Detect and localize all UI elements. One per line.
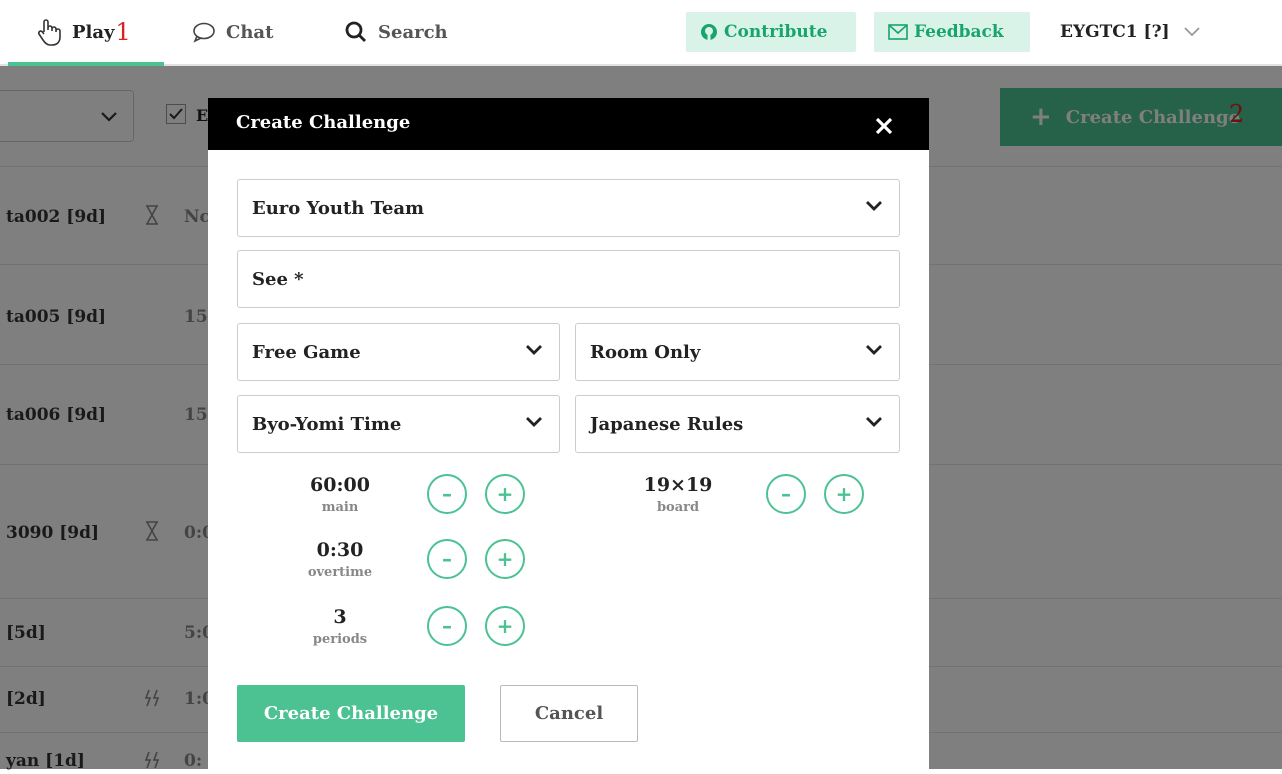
nav-search-label: Search — [378, 21, 448, 43]
dialog-title: Create Challenge — [236, 112, 411, 133]
nav-play[interactable]: Play 1 — [36, 0, 131, 64]
chevron-down-icon — [525, 344, 543, 356]
feedback-label: Feedback — [914, 22, 1004, 42]
overtime-increment-button[interactable]: + — [485, 539, 525, 579]
create-challenge-dialog: Create Challenge Euro Youth Team See * F… — [208, 98, 929, 769]
periods-decrement-button[interactable]: – — [427, 606, 467, 646]
plus-icon: + — [496, 614, 514, 638]
visibility-value: Room Only — [590, 341, 701, 363]
overtime-value: 0:30 — [316, 539, 364, 561]
rules-value: Japanese Rules — [590, 413, 744, 435]
time-system-select[interactable]: Byo-Yomi Time — [237, 395, 560, 453]
challenge-note-value: See * — [252, 268, 304, 290]
room-select[interactable]: Euro Youth Team — [237, 179, 900, 237]
nav-chat-label: Chat — [226, 21, 274, 43]
nav-search[interactable]: Search — [344, 0, 448, 64]
chevron-down-icon — [1183, 27, 1200, 37]
nav-chat[interactable]: Chat — [192, 0, 273, 64]
chat-bubble-icon — [192, 21, 216, 43]
main-time-label: main — [321, 500, 359, 515]
user-menu[interactable]: EYGTC1 [?] — [1060, 0, 1200, 64]
minus-icon: – — [781, 482, 791, 506]
nav-play-label: Play — [72, 21, 115, 43]
create-challenge-submit-button[interactable]: Create Challenge — [237, 685, 465, 742]
room-select-value: Euro Youth Team — [252, 197, 425, 219]
game-type-value: Free Game — [252, 341, 361, 363]
pointer-hand-icon — [36, 18, 62, 46]
visibility-select[interactable]: Room Only — [575, 323, 900, 381]
game-type-select[interactable]: Free Game — [237, 323, 560, 381]
minus-icon: – — [442, 614, 452, 638]
plus-icon: + — [835, 482, 853, 506]
minus-icon: – — [442, 547, 452, 571]
contribute-label: Contribute — [724, 22, 828, 42]
chevron-down-icon — [865, 344, 883, 356]
board-size-decrement-button[interactable]: – — [766, 474, 806, 514]
main-time-value: 60:00 — [310, 474, 370, 496]
board-size-value: 19×19 — [643, 474, 713, 496]
top-navbar: Play 1 Chat Search Contribute Feedback E… — [0, 0, 1282, 66]
main-time-decrement-button[interactable]: – — [427, 474, 467, 514]
overtime-label: overtime — [307, 565, 373, 580]
close-button[interactable] — [872, 114, 896, 138]
cancel-button[interactable]: Cancel — [500, 685, 638, 742]
periods-label: periods — [312, 632, 368, 647]
minus-icon: – — [442, 482, 452, 506]
chevron-down-icon — [865, 416, 883, 428]
search-icon — [344, 20, 368, 44]
chevron-down-icon — [865, 200, 883, 212]
user-label: EYGTC1 [?] — [1060, 22, 1170, 42]
overtime-decrement-button[interactable]: – — [427, 539, 467, 579]
challenge-note-input[interactable]: See * — [237, 250, 900, 308]
feedback-button[interactable]: Feedback — [874, 12, 1030, 52]
contribute-button[interactable]: Contribute — [686, 12, 856, 52]
periods-increment-button[interactable]: + — [485, 606, 525, 646]
periods-value: 3 — [333, 606, 347, 628]
plus-icon: + — [496, 547, 514, 571]
github-icon — [700, 23, 718, 41]
board-size-increment-button[interactable]: + — [824, 474, 864, 514]
dialog-header: Create Challenge — [208, 98, 929, 150]
board-size-label: board — [656, 500, 700, 515]
time-system-value: Byo-Yomi Time — [252, 413, 402, 435]
rules-select[interactable]: Japanese Rules — [575, 395, 900, 453]
nav-play-badge: 1 — [115, 18, 131, 46]
chevron-down-icon — [525, 416, 543, 428]
plus-icon: + — [496, 482, 514, 506]
envelope-icon — [888, 24, 908, 40]
main-time-increment-button[interactable]: + — [485, 474, 525, 514]
close-icon — [875, 117, 893, 135]
